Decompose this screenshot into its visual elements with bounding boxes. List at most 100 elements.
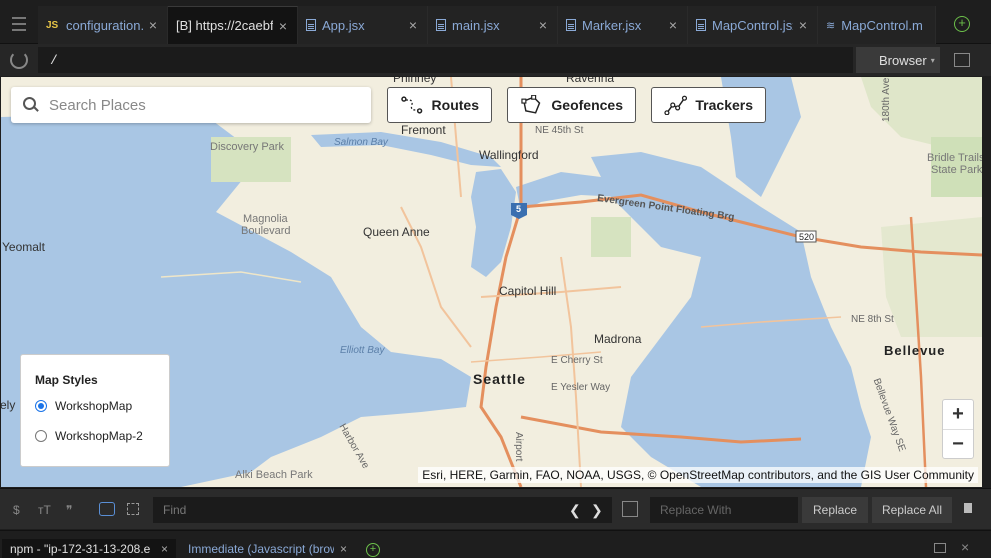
js-file-icon: JS [46,19,59,31]
tab-label: configuration.js [66,17,143,33]
add-terminal-icon[interactable]: + [366,543,380,557]
trackers-button[interactable]: Trackers [651,87,766,123]
map-attribution: Esri, HERE, Garmin, FAO, NOAA, USGS, © O… [418,467,978,483]
tracker-path-icon [664,95,688,115]
find-next-icon[interactable]: ❯ [591,502,603,519]
map-label-boulevard: Boulevard [241,225,291,237]
close-icon[interactable]: × [340,542,347,556]
geofences-button[interactable]: Geofences [507,87,636,123]
route-520-shield: 520 [799,232,815,242]
map-label-ne45: NE 45th St [535,125,584,136]
ide-window: JS configuration.js × [B] https://2caebf… [0,0,991,558]
map-label-ne8th: NE 8th St [851,314,894,325]
map-label-bellevue: Bellevue [884,343,946,358]
wrap-around-toggle-icon[interactable] [127,503,139,515]
map-label-e-cherry: E Cherry St [551,355,603,366]
style-option-label: WorkshopMap-2 [55,429,143,443]
tab-marker-jsx[interactable]: Marker.jsx × [558,6,688,44]
in-selection-toggle-icon[interactable] [99,502,115,516]
map-label-fremont: Fremont [401,123,446,137]
map-label-phinney: Phinney [393,77,437,85]
browser-label: Browser [879,52,927,68]
style-option-workshopmap-2[interactable]: WorkshopMap-2 [35,429,155,443]
routes-button[interactable]: Routes [387,87,492,123]
tab-label: App.jsx [322,17,365,33]
find-replace-bar: $ ᴛT ❞ ❮ ❯ Replace Replace All [0,488,991,529]
search-input[interactable] [49,96,349,114]
radio-button[interactable] [35,430,47,442]
tab-label: MapControl.m [841,17,923,33]
replace-button[interactable]: Replace [802,497,868,523]
document-icon [566,19,576,31]
tab-label: npm - "ip-172-31-13-208.e [10,542,151,556]
zoom-out-button[interactable]: − [943,430,973,459]
find-all-icon[interactable] [622,501,638,517]
map-label-bridle-trails: Bridle Trails [927,152,982,164]
browser-address-bar: Browser ▾ [0,44,991,76]
tab-npm-terminal[interactable]: npm - "ip-172-31-13-208.e × [2,539,176,558]
document-icon [306,19,316,31]
refresh-icon[interactable] [10,51,28,69]
close-icon[interactable]: × [667,17,679,33]
close-panel-icon[interactable]: × [961,539,969,555]
browser-dropdown-button[interactable]: Browser ▾ [856,47,940,73]
tab-mapcontrol-jsx[interactable]: MapControl.jsx × [688,6,818,44]
map-label-e-yesler: E Yesler Way [551,382,611,393]
tab-browser-preview[interactable]: [B] https://2caebfc × [168,6,298,44]
radio-button-checked[interactable] [35,400,47,412]
replace-all-button[interactable]: Replace All [872,497,952,523]
route-path-icon [401,96,423,114]
tab-immediate-console[interactable]: Immediate (Javascript (brow × [180,539,355,558]
close-icon[interactable]: × [537,17,549,33]
find-input[interactable] [153,497,612,523]
map-label-elliott-bay: Elliott Bay [340,345,385,356]
map-label-capitol-hill: Capitol Hill [499,284,557,298]
geofence-polygon-icon [521,95,541,114]
interstate-5-shield: 5 [516,204,522,214]
regex-toggle-icon[interactable]: $ [13,503,20,517]
hamburger-menu-icon[interactable] [8,15,30,33]
map-label-discovery-park: Discovery Park [210,141,284,153]
tab-mapcontrol-module[interactable]: ≋ MapControl.m [818,6,936,44]
editor-tab-bar: JS configuration.js × [B] https://2caebf… [0,0,991,44]
map-label-alki-beach: Alki Beach Park [235,469,313,481]
tab-list: JS configuration.js × [B] https://2caebf… [38,6,936,44]
map-label-ely: ely [1,398,16,412]
routes-label: Routes [431,97,479,113]
map-label-180th-ave: 180th Ave NE [881,77,892,122]
tab-main-jsx[interactable]: main.jsx × [428,6,558,44]
close-icon[interactable]: × [797,17,809,33]
map-label-madrona: Madrona [594,332,642,346]
tab-label: MapControl.jsx [712,17,793,33]
map-label-ravenna: Ravenna [566,77,615,85]
map-view[interactable]: Phinney Ravenna Fremont NE 45th St 180th… [1,77,982,487]
close-find-icon[interactable] [964,503,972,513]
style-option-workshopmap[interactable]: WorkshopMap [35,399,155,413]
url-input[interactable] [38,47,853,73]
tab-app-jsx[interactable]: App.jsx × [298,6,428,44]
tab-label: main.jsx [452,17,500,33]
case-sensitive-toggle-icon[interactable]: ᴛT [38,503,51,517]
maximize-panel-icon[interactable] [934,543,946,553]
map-styles-panel: Map Styles WorkshopMap WorkshopMap-2 [20,354,170,467]
replace-input[interactable] [650,497,798,523]
zoom-in-button[interactable]: + [943,400,973,429]
close-icon[interactable]: × [161,542,168,556]
chevron-down-icon: ▾ [930,55,935,65]
tab-configuration-js[interactable]: JS configuration.js × [38,6,168,44]
map-label-wallingford: Wallingford [479,148,539,162]
tab-label: [B] https://2caebfc [176,18,273,33]
close-icon[interactable]: × [277,18,289,34]
popout-icon[interactable] [954,53,970,67]
geofences-label: Geofences [551,97,623,113]
whole-word-toggle-icon[interactable]: ❞ [66,503,72,517]
map-label-state-park: State Park [931,164,982,176]
close-icon[interactable]: × [407,17,419,33]
map-label-salmon-bay: Salmon Bay [334,137,388,148]
find-previous-icon[interactable]: ❮ [569,502,581,519]
stack-icon: ≋ [826,19,836,32]
close-icon[interactable]: × [147,17,159,33]
document-icon [696,19,706,31]
add-tab-icon[interactable]: + [954,16,970,32]
search-places-box[interactable] [11,87,371,123]
